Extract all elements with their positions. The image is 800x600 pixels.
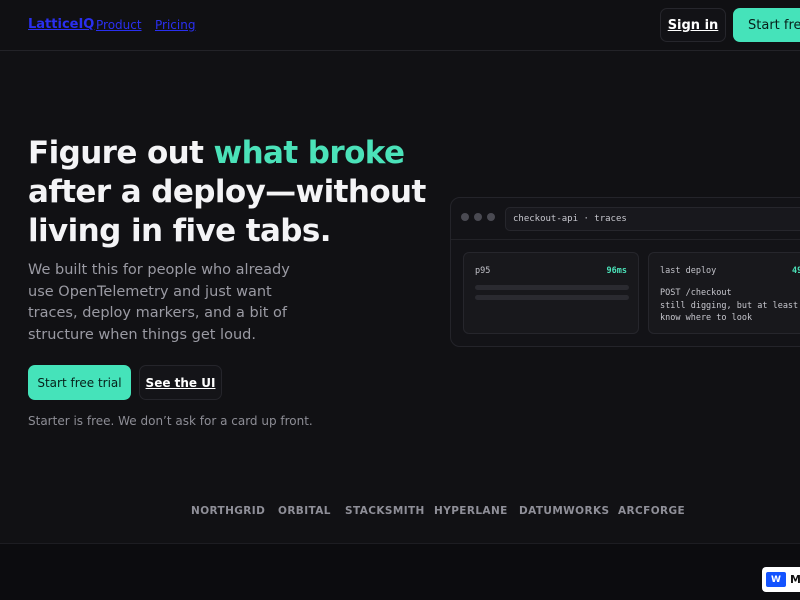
made-with-badge[interactable]: W M xyxy=(762,567,800,592)
app-preview-window: checkout-api · traces p95 96ms last depl… xyxy=(450,197,800,347)
deploy-value: 49 xyxy=(792,266,800,276)
logo-hyperlane: HYPERLANE xyxy=(434,505,508,517)
metric-value: 96ms xyxy=(606,266,627,276)
window-dot-icon xyxy=(474,213,482,221)
last-deploy-card: last deploy 49 POST /checkout still digg… xyxy=(648,252,800,334)
hero-title-accent: what broke xyxy=(213,135,405,171)
logo-stacksmith: STACKSMITH xyxy=(345,505,425,517)
hero-title-plain: Figure out xyxy=(28,135,214,171)
start-free-button[interactable]: Start free xyxy=(733,8,800,42)
preview-titlebar: checkout-api · traces xyxy=(451,198,800,240)
nav-link-pricing[interactable]: Pricing xyxy=(155,18,195,32)
window-dot-icon xyxy=(461,213,469,221)
brand-logo-link[interactable]: LatticeIQ xyxy=(28,17,94,32)
deploy-body-text: POST /checkout still digging, but at lea… xyxy=(660,288,799,323)
start-free-trial-button[interactable]: Start free trial xyxy=(28,365,131,400)
badge-text: M xyxy=(790,573,800,586)
next-section xyxy=(0,543,800,600)
top-nav: LatticeIQ Product Pricing Sign in Start … xyxy=(0,0,800,51)
deploy-label: last deploy xyxy=(660,266,717,276)
customer-logos: NORTHGRID ORBITAL STACKSMITH HYPERLANE D… xyxy=(0,505,800,519)
placeholder-bar xyxy=(475,285,629,290)
nav-link-product[interactable]: Product xyxy=(96,18,142,32)
hero-note: Starter is free. We don’t ask for a card… xyxy=(28,414,313,428)
see-the-ui-button[interactable]: See the UI xyxy=(139,365,222,400)
window-dot-icon xyxy=(487,213,495,221)
placeholder-bar xyxy=(475,295,629,300)
preview-address-bar: checkout-api · traces xyxy=(505,207,800,231)
hero-title-rest: after a deploy—without living in five ta… xyxy=(28,174,426,249)
metric-label: p95 xyxy=(475,266,491,276)
logo-datumworks: DATUMWORKS xyxy=(519,505,610,517)
sign-in-button[interactable]: Sign in xyxy=(660,8,726,42)
hero-subtitle: We built this for people who already use… xyxy=(28,262,290,343)
hero-title: Figure out what broke after a deploy—with… xyxy=(28,134,448,251)
builder-logo-icon: W xyxy=(766,572,786,587)
p95-metric-card: p95 96ms xyxy=(463,252,639,334)
logo-arcforge: ARCFORGE xyxy=(618,505,686,517)
logo-northgrid: NORTHGRID xyxy=(191,505,266,517)
logo-orbital: ORBITAL xyxy=(278,505,331,517)
